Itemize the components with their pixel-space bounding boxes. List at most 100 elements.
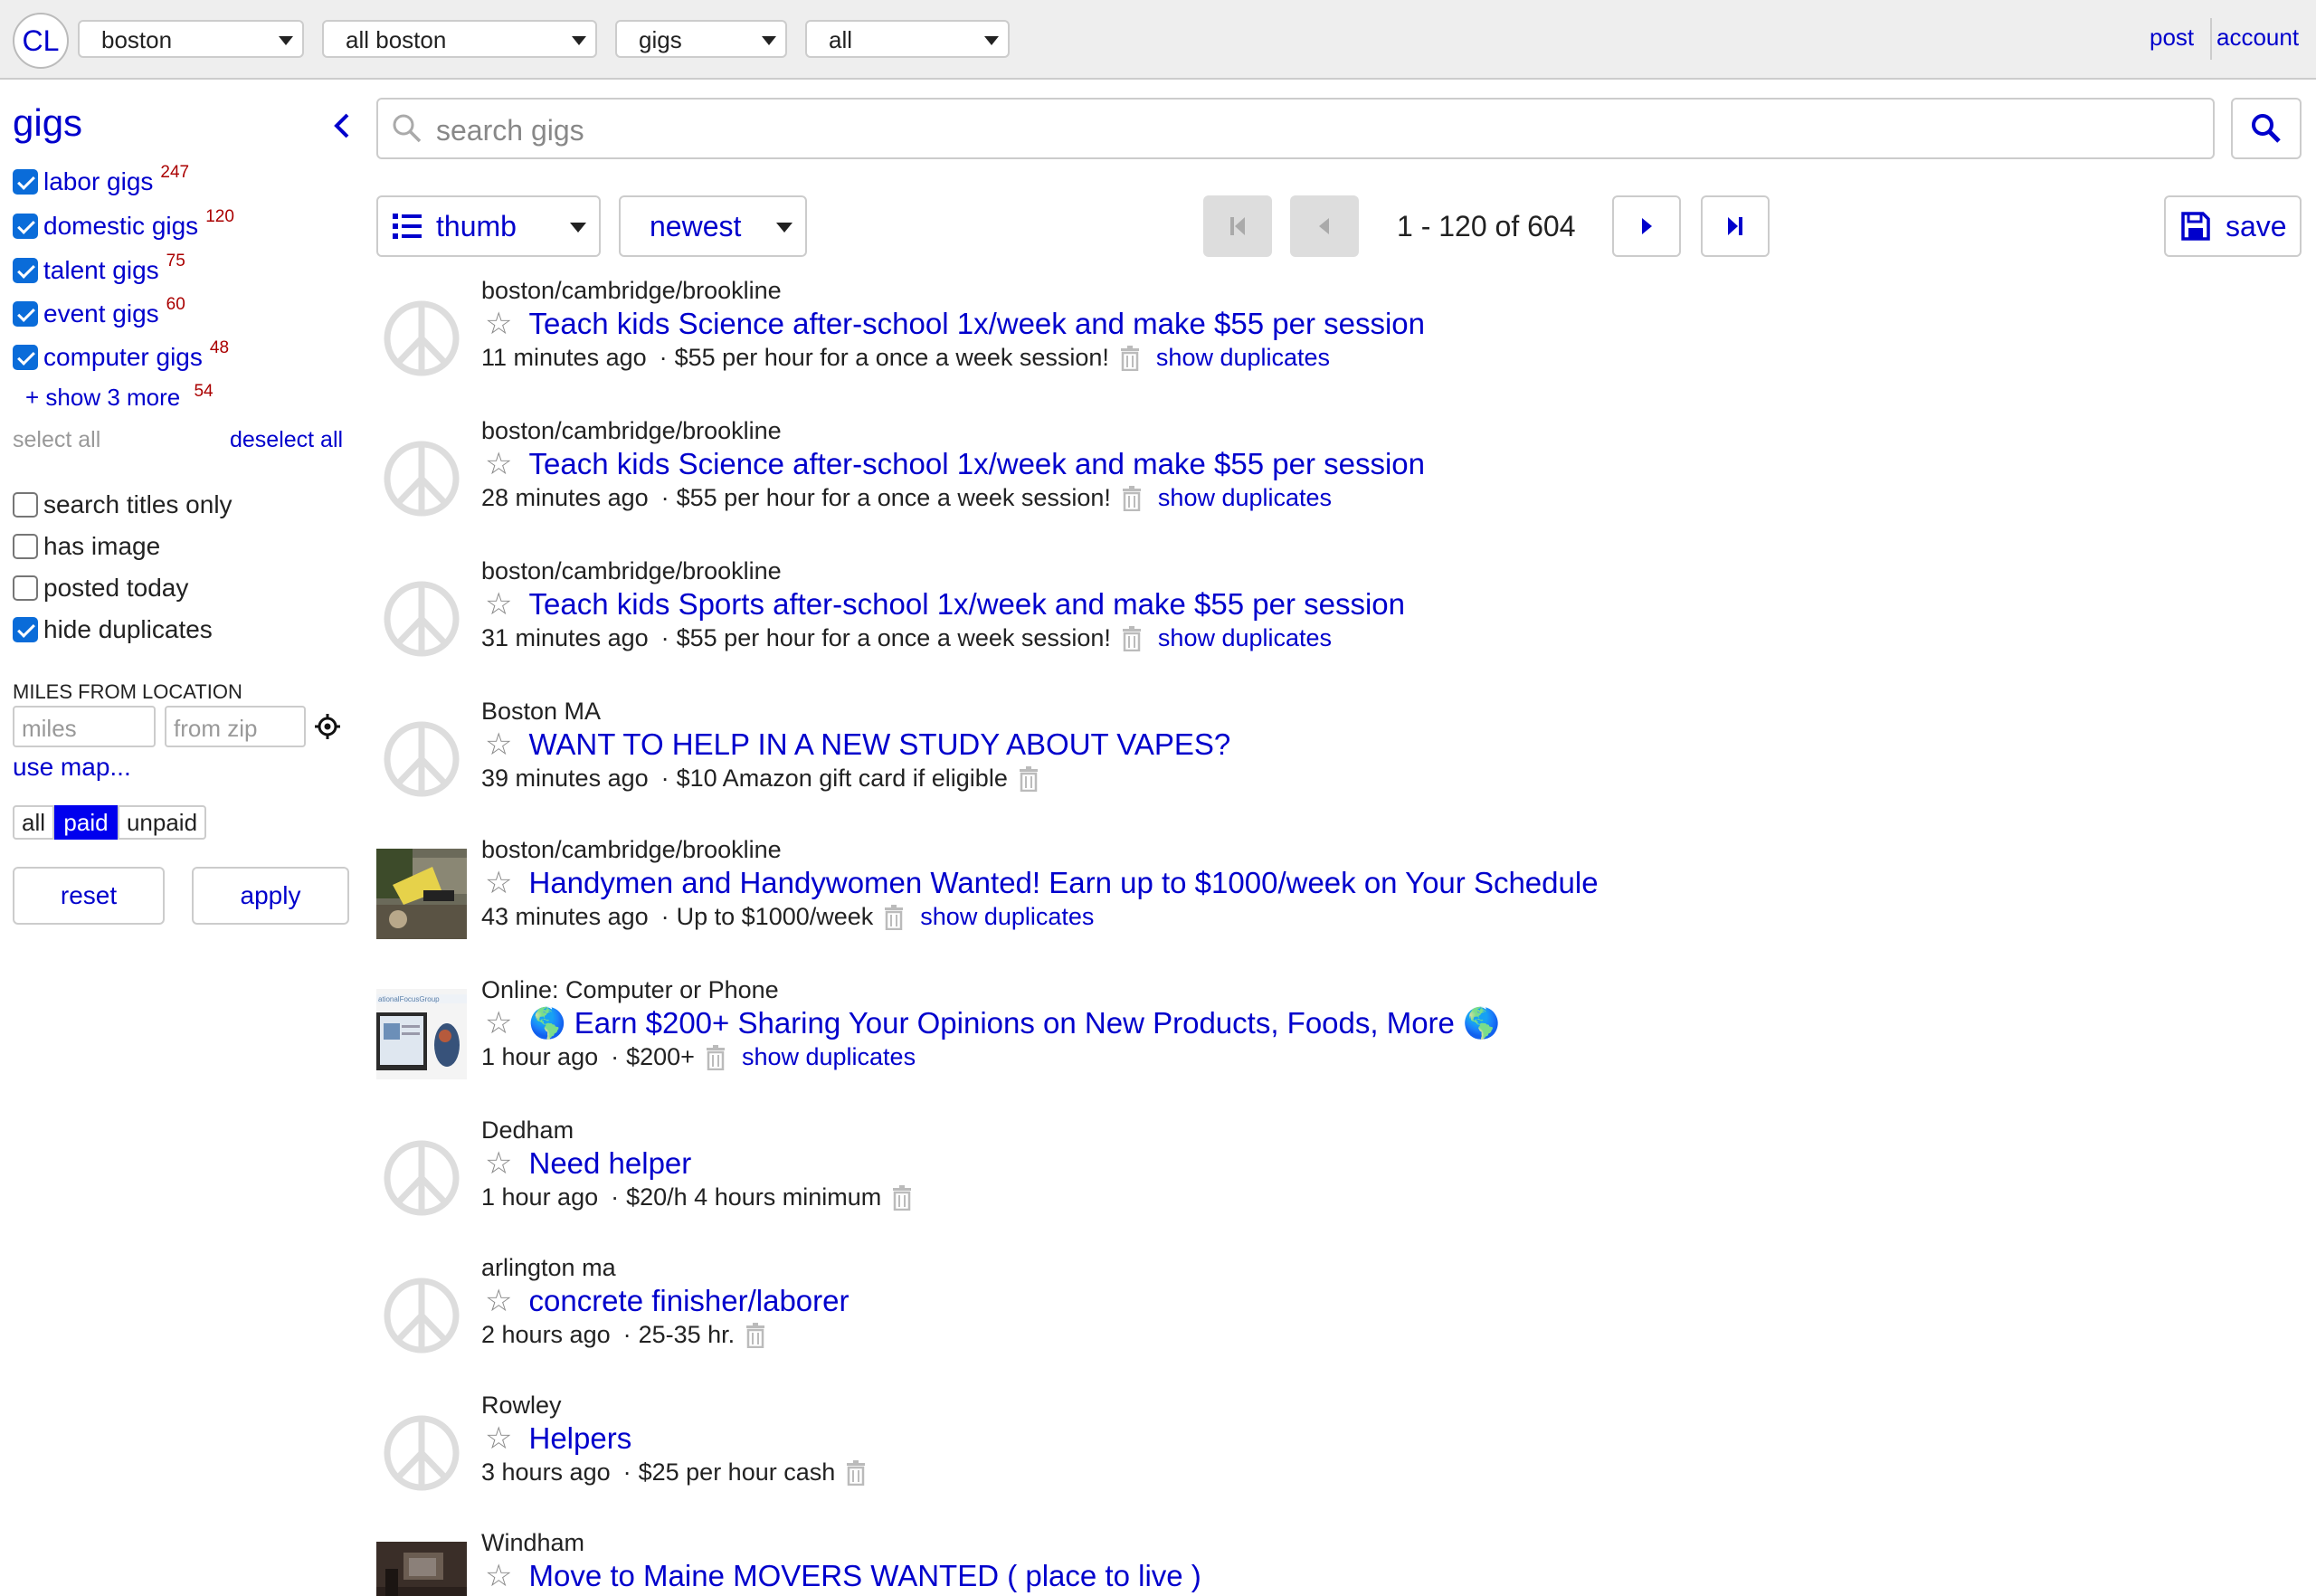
view-mode-select[interactable]: thumb xyxy=(376,195,601,257)
trash-icon[interactable] xyxy=(745,1322,765,1348)
sort-select[interactable]: newest xyxy=(619,195,807,257)
checkbox-unchecked[interactable] xyxy=(13,534,38,559)
search-button[interactable] xyxy=(2231,98,2302,159)
category-labor-gigs[interactable]: labor gigs 247 xyxy=(13,163,189,197)
checkbox-unchecked[interactable] xyxy=(13,575,38,601)
option-has-image[interactable]: has image xyxy=(13,531,160,562)
trash-icon[interactable] xyxy=(1122,485,1142,511)
result-location: boston/cambridge/brookline xyxy=(481,836,782,863)
category-computer-gigs[interactable]: computer gigs 48 xyxy=(13,338,229,373)
listing-photo[interactable]: ationalFocusGroup xyxy=(376,989,467,1079)
star-outline-icon[interactable]: ☆ xyxy=(485,1145,512,1182)
zip-input[interactable]: from zip xyxy=(165,706,306,747)
trash-icon[interactable] xyxy=(892,1184,912,1211)
result-pay: $200+ xyxy=(626,1043,695,1070)
next-page-button[interactable] xyxy=(1612,195,1681,257)
listing-photo[interactable] xyxy=(376,849,467,939)
star-outline-icon[interactable]: ☆ xyxy=(485,586,512,622)
category-talent-gigs[interactable]: talent gigs 75 xyxy=(13,252,185,286)
result-meta: 1 hour ago · $20/h 4 hours minimum xyxy=(481,1183,912,1211)
result-title-link[interactable]: WANT TO HELP IN A NEW STUDY ABOUT VAPES? xyxy=(528,727,1230,762)
category-select[interactable]: gigs xyxy=(615,20,787,58)
site-select-value: boston xyxy=(101,26,173,53)
post-link[interactable]: post xyxy=(2150,24,2194,52)
use-map-link[interactable]: use map... xyxy=(13,753,131,782)
checkbox-checked[interactable] xyxy=(13,214,38,239)
result-pay: Up to $1000/week xyxy=(676,903,874,930)
show-duplicates-link[interactable]: show duplicates xyxy=(1156,344,1330,372)
pay-filter-paid[interactable]: paid xyxy=(54,805,118,840)
listing-photo[interactable] xyxy=(376,1542,467,1596)
show-duplicates-link[interactable]: show duplicates xyxy=(1158,484,1332,512)
star-outline-icon[interactable]: ☆ xyxy=(485,306,512,342)
subcategory-select[interactable]: all xyxy=(805,20,1010,58)
pay-filter-all[interactable]: all xyxy=(13,805,54,840)
result-meta: 43 minutes ago · Up to $1000/week show dupl… xyxy=(481,903,1094,931)
trash-icon[interactable] xyxy=(1120,345,1140,371)
star-outline-icon[interactable]: ☆ xyxy=(485,446,512,482)
result-location: Online: Computer or Phone xyxy=(481,976,779,1003)
miles-input[interactable]: miles xyxy=(13,706,156,747)
star-outline-icon[interactable]: ☆ xyxy=(485,1283,512,1319)
apply-button[interactable]: apply xyxy=(192,867,349,925)
trash-icon[interactable] xyxy=(1122,625,1142,651)
craigslist-logo[interactable]: CL xyxy=(13,13,69,69)
checkbox-unchecked[interactable] xyxy=(13,492,38,518)
result-title-link[interactable]: Teach kids Science after-school 1x/week … xyxy=(528,447,1425,481)
star-outline-icon[interactable]: ☆ xyxy=(485,727,512,763)
separator-dot: · xyxy=(660,624,669,651)
reset-button[interactable]: reset xyxy=(13,867,165,925)
top-bar: CL boston all boston gigs all post accou… xyxy=(0,0,2316,80)
star-outline-icon[interactable]: ☆ xyxy=(485,1558,512,1594)
last-page-button[interactable] xyxy=(1701,195,1770,257)
search-input[interactable]: search gigs xyxy=(376,98,2215,159)
save-search-button[interactable]: save xyxy=(2164,195,2302,257)
crosshair-icon[interactable] xyxy=(314,713,341,740)
result-row: ationalFocusGroup Online: Computer or Pho… xyxy=(376,976,2276,1112)
trash-icon[interactable] xyxy=(706,1044,726,1070)
result-title-link[interactable]: Move to Maine MOVERS WANTED ( place to l… xyxy=(528,1559,1201,1593)
checkbox-checked[interactable] xyxy=(13,169,38,195)
star-outline-icon[interactable]: ☆ xyxy=(485,1420,512,1457)
checkbox-checked[interactable] xyxy=(13,301,38,327)
chevron-left-icon[interactable] xyxy=(331,112,353,139)
show-duplicates-link[interactable]: show duplicates xyxy=(920,903,1094,931)
option-hide-duplicates[interactable]: hide duplicates xyxy=(13,614,213,645)
trash-icon[interactable] xyxy=(1019,765,1039,792)
checkbox-checked[interactable] xyxy=(13,345,38,370)
first-page-button[interactable] xyxy=(1203,195,1272,257)
show-duplicates-link[interactable]: show duplicates xyxy=(742,1043,916,1071)
result-title-link[interactable]: 🌎 Earn $200+ Sharing Your Opinions on Ne… xyxy=(528,1006,1500,1041)
pay-filter-unpaid[interactable]: unpaid xyxy=(118,805,206,840)
result-title-link[interactable]: Teach kids Science after-school 1x/week … xyxy=(528,307,1425,341)
result-title-link[interactable]: concrete finisher/laborer xyxy=(528,1284,849,1318)
result-title-link[interactable]: Handymen and Handywomen Wanted! Earn up … xyxy=(528,866,1598,900)
deselect-all-link[interactable]: deselect all xyxy=(230,427,343,453)
miles-placeholder: miles xyxy=(22,715,77,742)
result-row: boston/cambridge/brookline ☆ Teach kids Sp… xyxy=(376,557,2276,693)
result-location: boston/cambridge/brookline xyxy=(481,277,782,304)
category-event-gigs[interactable]: event gigs 60 xyxy=(13,295,185,329)
trash-icon[interactable] xyxy=(884,904,904,930)
category-domestic-gigs[interactable]: domestic gigs 120 xyxy=(13,207,234,242)
show-duplicates-link[interactable]: show duplicates xyxy=(1158,624,1332,652)
option-search-titles-only[interactable]: search titles only xyxy=(13,489,233,520)
checkbox-checked[interactable] xyxy=(13,258,38,283)
checkbox-checked[interactable] xyxy=(13,617,38,642)
area-select[interactable]: all boston xyxy=(322,20,597,58)
account-link[interactable]: account xyxy=(2216,24,2299,52)
result-time: 3 hours ago xyxy=(481,1458,611,1486)
star-outline-icon[interactable]: ☆ xyxy=(485,865,512,901)
result-meta: 1 hour ago · $200+ show duplicates xyxy=(481,1043,916,1071)
result-title-link[interactable]: Need helper xyxy=(528,1146,691,1181)
peace-icon xyxy=(384,1140,460,1216)
option-posted-today[interactable]: posted today xyxy=(13,573,188,603)
trash-icon[interactable] xyxy=(846,1459,866,1486)
show-more-categories[interactable]: + show 3 more 54 xyxy=(25,382,214,412)
prev-page-button[interactable] xyxy=(1290,195,1359,257)
star-outline-icon[interactable]: ☆ xyxy=(485,1005,512,1041)
site-select[interactable]: boston xyxy=(78,20,304,58)
result-title-link[interactable]: Helpers xyxy=(528,1421,631,1456)
result-title-link[interactable]: Teach kids Sports after-school 1x/week a… xyxy=(528,587,1405,622)
select-all-link[interactable]: select all xyxy=(13,427,100,453)
